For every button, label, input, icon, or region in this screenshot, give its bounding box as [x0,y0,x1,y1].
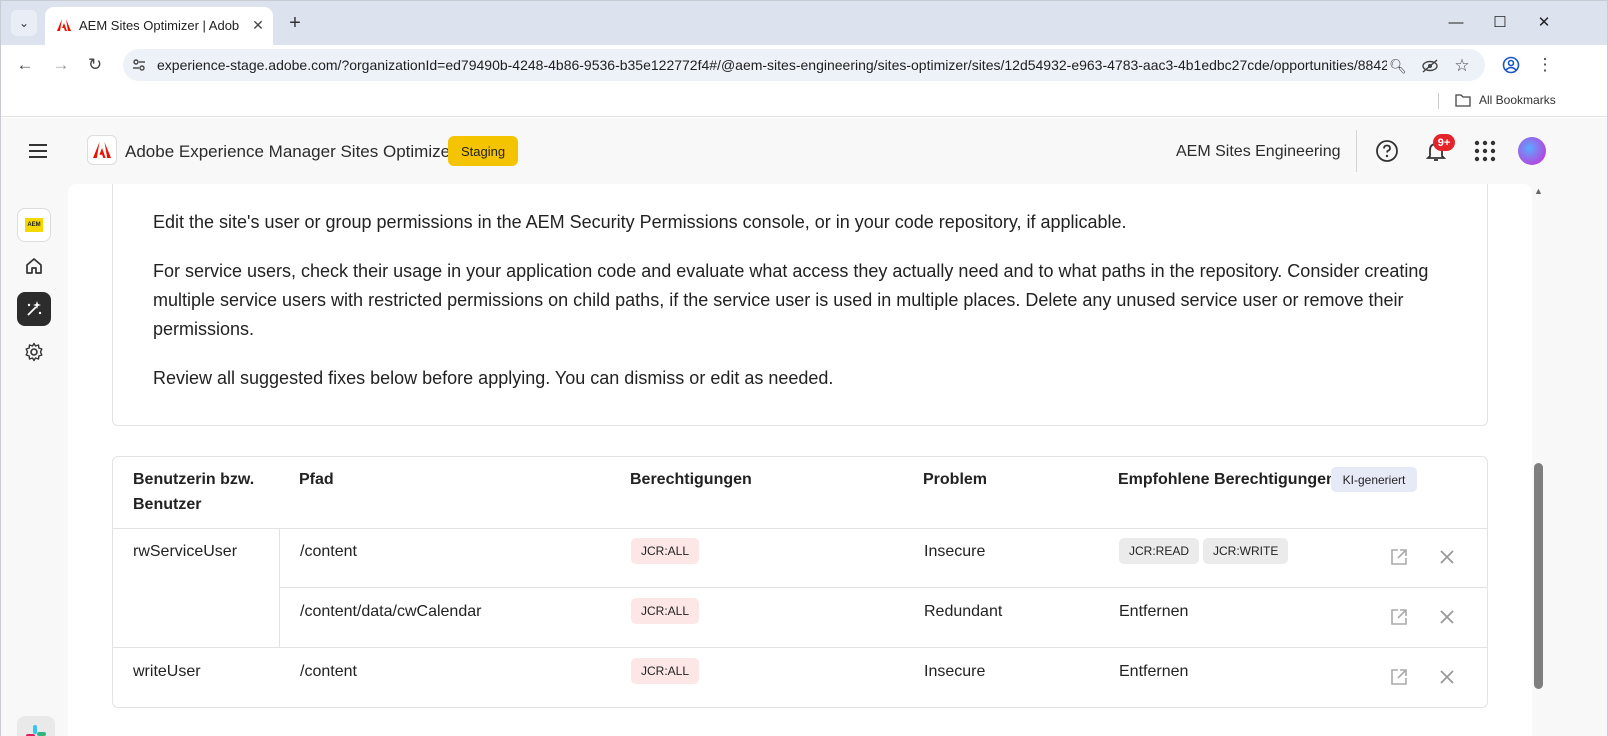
site-info-icon[interactable] [131,57,147,73]
user-cell: writeUser [133,663,201,680]
address-bar[interactable]: experience-stage.adobe.com/?organization… [123,49,1485,81]
browser-window: ⌄ AEM Sites Optimizer | Adobe Ex ✕ + — ☐… [0,0,1608,736]
tab-search-button[interactable]: ⌄ [11,10,37,36]
main-panel: Edit the site's user or group permission… [68,184,1532,736]
star-icon[interactable]: ☆ [1451,55,1473,77]
browser-tab-active[interactable]: AEM Sites Optimizer | Adobe Ex ✕ [45,7,273,45]
browser-toolbar: ← → ↻ experience-stage.adobe.com/?organi… [1,45,1607,85]
permission-chip: JCR:ALL [631,658,700,684]
description-paragraph-3: Review all suggested fixes below before … [153,368,834,388]
dismiss-icon[interactable] [1436,666,1458,688]
ai-generated-badge: KI-generiert [1331,467,1417,492]
browser-menu-icon[interactable]: ⋮ [1531,51,1559,79]
forward-button[interactable]: → [47,51,75,79]
tab-title: AEM Sites Optimizer | Adobe Ex [79,18,239,33]
open-external-icon[interactable] [1388,546,1410,568]
group-divider-line [279,528,280,647]
path-cell: /content/data/cwCalendar [300,603,482,620]
maximize-button[interactable]: ☐ [1485,9,1515,35]
recommended-permission-chip: JCR:WRITE [1203,538,1289,564]
scrollbar-thumb[interactable] [1534,463,1543,689]
row-divider-line [113,647,1487,648]
help-icon[interactable] [1375,139,1399,163]
settings-gear-icon[interactable] [17,335,51,369]
close-window-button[interactable]: ✕ [1529,9,1559,35]
adobe-logo-icon[interactable] [87,135,117,165]
bookmarks-bar: All Bookmarks [1,85,1607,117]
bookmarks-separator [1438,93,1439,109]
reload-button[interactable]: ↻ [81,51,109,79]
description-paragraph-1: Edit the site's user or group permission… [153,212,1127,232]
recommended-permission-chip: JCR:READ [1119,538,1200,564]
header-recommended: Empfohlene Berechtigungen [1118,471,1336,488]
zoom-icon[interactable]: 🔍︎ [1387,55,1409,77]
header-user: Benutzerin bzw. Benutzer [133,471,255,513]
problem-cell: Redundant [924,603,1003,620]
new-tab-button[interactable]: + [283,11,307,35]
open-external-icon[interactable] [1388,606,1410,628]
header-divider-line [113,528,1487,529]
staging-badge: Staging [448,136,518,166]
permission-chip: JCR:ALL [631,538,700,564]
minimize-button[interactable]: — [1441,9,1471,35]
tab-close-icon[interactable]: ✕ [249,16,267,34]
url-text: experience-stage.adobe.com/?organization… [157,57,1387,73]
app-header: Adobe Experience Manager Sites Optimizer… [1,118,1607,184]
org-switcher[interactable]: AEM Sites Engineering [1176,143,1341,161]
hamburger-menu-icon[interactable] [27,140,49,162]
recommended-text-cell: Entfernen [1119,603,1189,620]
tab-strip: ⌄ AEM Sites Optimizer | Adobe Ex ✕ + — ☐… [1,1,1607,45]
suggestions-table: Benutzerin bzw. Benutzer Pfad Berechtigu… [112,456,1488,708]
app-title: Adobe Experience Manager Sites Optimizer [125,142,456,161]
left-rail: AEM [1,184,67,736]
description-card: Edit the site's user or group permission… [112,184,1488,426]
problem-cell: Insecure [924,663,986,680]
site-logo-icon[interactable]: AEM [17,208,51,242]
user-avatar[interactable] [1518,137,1546,165]
header-problem: Problem [923,471,988,488]
apps-grid-icon[interactable] [1473,139,1497,163]
scroll-up-arrow[interactable]: ▲ [1534,186,1544,196]
header-permissions: Berechtigungen [630,471,752,488]
app-root: Adobe Experience Manager Sites Optimizer… [1,118,1607,736]
opportunities-icon[interactable] [17,292,51,326]
header-path: Pfad [299,471,334,488]
back-button[interactable]: ← [11,51,39,79]
recommended-text-cell: Entfernen [1119,663,1189,680]
home-icon[interactable] [17,249,51,283]
dismiss-icon[interactable] [1436,606,1458,628]
all-bookmarks-link[interactable]: All Bookmarks [1479,93,1556,107]
eye-off-icon[interactable] [1419,55,1441,77]
profile-icon[interactable] [1497,51,1525,79]
description-paragraph-2: For service users, check their usage in … [153,261,1429,339]
adobe-favicon-icon [57,19,71,31]
user-cell: rwServiceUser [133,543,238,560]
path-cell: /content [300,663,357,680]
row-divider-line [279,587,1487,588]
open-external-icon[interactable] [1388,666,1410,688]
path-cell: /content [300,543,357,560]
dismiss-icon[interactable] [1436,546,1458,568]
problem-cell: Insecure [924,543,986,560]
permission-chip: JCR:ALL [631,598,700,624]
header-divider [1356,130,1357,172]
notification-badge: 9+ [1433,134,1455,151]
folder-icon [1455,94,1471,107]
slack-icon[interactable] [17,716,55,736]
